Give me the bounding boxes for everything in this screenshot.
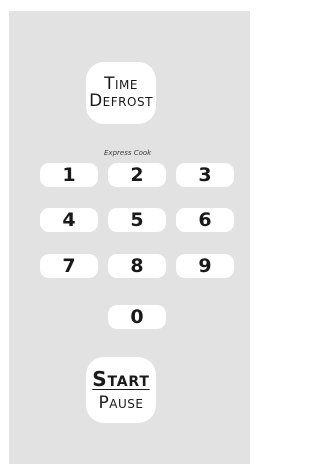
- express-cook-label: Express Cook: [104, 149, 152, 157]
- start-label: Start: [92, 366, 150, 391]
- key-9-button[interactable]: 9: [176, 254, 234, 278]
- key-8-button[interactable]: 8: [108, 254, 166, 278]
- key-1-button[interactable]: 1: [40, 163, 98, 187]
- key-3-button[interactable]: 3: [176, 163, 234, 187]
- start-pause-button[interactable]: Start Pause: [86, 357, 156, 423]
- key-5-button[interactable]: 5: [108, 208, 166, 232]
- key-4-button[interactable]: 4: [40, 208, 98, 232]
- key-6-button[interactable]: 6: [176, 208, 234, 232]
- pause-label: Pause: [98, 392, 144, 413]
- key-2-button[interactable]: 2: [108, 163, 166, 187]
- time-defrost-button[interactable]: Time Defrost: [86, 62, 156, 124]
- key-0-button[interactable]: 0: [108, 305, 166, 329]
- key-7-button[interactable]: 7: [40, 254, 98, 278]
- time-defrost-line2: Defrost: [89, 91, 153, 111]
